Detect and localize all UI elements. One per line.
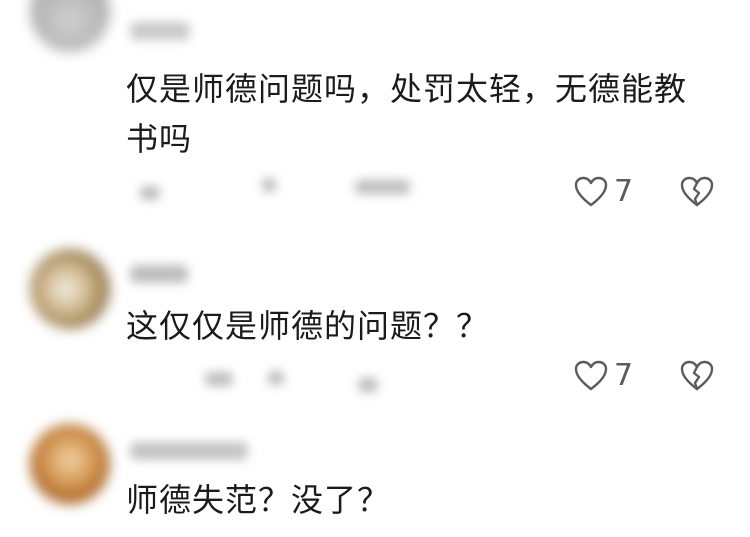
comment-text: 这仅仅是师德的问题？？ bbox=[126, 307, 490, 345]
heart-outline-icon bbox=[574, 360, 608, 391]
comment-item: 师德失范？没了？ bbox=[0, 420, 750, 537]
broken-heart-icon bbox=[680, 176, 714, 207]
comment-text: 仅是师德问题吗，处罚太轻，无德能教书吗 bbox=[126, 70, 688, 158]
username[interactable] bbox=[130, 22, 190, 40]
comment-meta bbox=[205, 372, 233, 386]
comment-meta bbox=[140, 186, 160, 200]
reply-button[interactable] bbox=[355, 180, 410, 194]
username[interactable] bbox=[130, 265, 188, 283]
comment-text: 师德失范？没了？ bbox=[126, 481, 391, 519]
avatar[interactable] bbox=[30, 424, 110, 504]
like-count: 7 bbox=[614, 174, 634, 209]
like-button[interactable]: 7 bbox=[574, 176, 633, 208]
like-button[interactable]: 7 bbox=[574, 360, 633, 392]
reply-button[interactable] bbox=[358, 378, 378, 392]
dislike-button[interactable] bbox=[680, 176, 714, 208]
broken-heart-icon bbox=[680, 360, 714, 391]
like-count: 7 bbox=[614, 358, 634, 393]
comment-item: 这仅仅是师德的问题？？ 7 bbox=[0, 235, 750, 420]
username[interactable] bbox=[130, 442, 248, 460]
dislike-button[interactable] bbox=[680, 360, 714, 392]
comment-meta bbox=[268, 371, 284, 385]
heart-outline-icon bbox=[574, 176, 608, 207]
comment-meta bbox=[262, 178, 276, 192]
avatar[interactable] bbox=[30, 249, 110, 329]
avatar[interactable] bbox=[30, 0, 110, 52]
comment-item: 仅是师德问题吗，处罚太轻，无德能教书吗 7 bbox=[0, 0, 750, 235]
